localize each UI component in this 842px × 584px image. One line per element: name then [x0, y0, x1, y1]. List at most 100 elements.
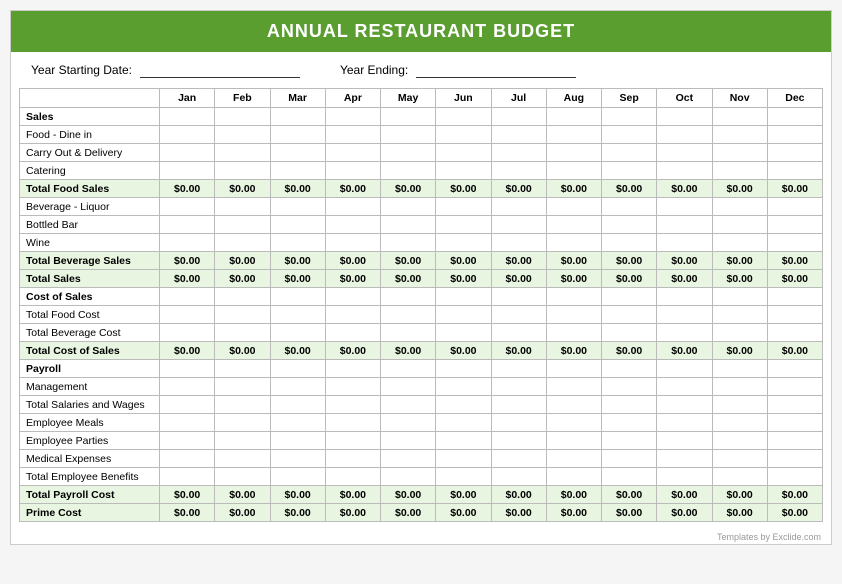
- cell-value[interactable]: [270, 432, 325, 450]
- cell-value[interactable]: [270, 324, 325, 342]
- cell-value[interactable]: [381, 288, 436, 306]
- cell-value[interactable]: [325, 396, 380, 414]
- cell-value[interactable]: [160, 432, 215, 450]
- cell-value[interactable]: [215, 360, 270, 378]
- cell-value[interactable]: [767, 378, 822, 396]
- cell-value[interactable]: [381, 108, 436, 126]
- cell-value[interactable]: [436, 216, 491, 234]
- cell-value[interactable]: [381, 414, 436, 432]
- cell-value[interactable]: [325, 324, 380, 342]
- cell-value[interactable]: [270, 414, 325, 432]
- cell-value[interactable]: [657, 306, 712, 324]
- cell-value[interactable]: [381, 144, 436, 162]
- cell-value[interactable]: [325, 378, 380, 396]
- cell-value[interactable]: [767, 144, 822, 162]
- cell-value[interactable]: [160, 198, 215, 216]
- cell-value[interactable]: [381, 234, 436, 252]
- cell-value[interactable]: [712, 306, 767, 324]
- cell-value[interactable]: [546, 306, 601, 324]
- cell-value[interactable]: [602, 414, 657, 432]
- cell-value[interactable]: [215, 234, 270, 252]
- cell-value[interactable]: [712, 360, 767, 378]
- cell-value[interactable]: [325, 126, 380, 144]
- cell-value[interactable]: [160, 396, 215, 414]
- cell-value[interactable]: [767, 396, 822, 414]
- cell-value[interactable]: [325, 288, 380, 306]
- cell-value[interactable]: [436, 162, 491, 180]
- cell-value[interactable]: [546, 234, 601, 252]
- cell-value[interactable]: [712, 198, 767, 216]
- cell-value[interactable]: [712, 414, 767, 432]
- cell-value[interactable]: [491, 414, 546, 432]
- cell-value[interactable]: [602, 360, 657, 378]
- cell-value[interactable]: [602, 144, 657, 162]
- cell-value[interactable]: [215, 288, 270, 306]
- cell-value[interactable]: [215, 306, 270, 324]
- cell-value[interactable]: [767, 414, 822, 432]
- cell-value[interactable]: [602, 324, 657, 342]
- cell-value[interactable]: [215, 108, 270, 126]
- cell-value[interactable]: [767, 432, 822, 450]
- cell-value[interactable]: [657, 198, 712, 216]
- cell-value[interactable]: [712, 288, 767, 306]
- cell-value[interactable]: [602, 468, 657, 486]
- cell-value[interactable]: [270, 360, 325, 378]
- cell-value[interactable]: [325, 198, 380, 216]
- cell-value[interactable]: [381, 216, 436, 234]
- cell-value[interactable]: [491, 432, 546, 450]
- cell-value[interactable]: [767, 360, 822, 378]
- cell-value[interactable]: [712, 216, 767, 234]
- cell-value[interactable]: [436, 198, 491, 216]
- cell-value[interactable]: [160, 234, 215, 252]
- cell-value[interactable]: [767, 234, 822, 252]
- cell-value[interactable]: [546, 144, 601, 162]
- cell-value[interactable]: [491, 126, 546, 144]
- cell-value[interactable]: [325, 450, 380, 468]
- cell-value[interactable]: [657, 414, 712, 432]
- cell-value[interactable]: [160, 468, 215, 486]
- cell-value[interactable]: [602, 396, 657, 414]
- cell-value[interactable]: [270, 288, 325, 306]
- cell-value[interactable]: [712, 144, 767, 162]
- cell-value[interactable]: [657, 432, 712, 450]
- cell-value[interactable]: [270, 378, 325, 396]
- cell-value[interactable]: [491, 324, 546, 342]
- cell-value[interactable]: [602, 450, 657, 468]
- cell-value[interactable]: [602, 378, 657, 396]
- cell-value[interactable]: [546, 450, 601, 468]
- cell-value[interactable]: [767, 288, 822, 306]
- cell-value[interactable]: [657, 162, 712, 180]
- cell-value[interactable]: [657, 468, 712, 486]
- cell-value[interactable]: [381, 162, 436, 180]
- cell-value[interactable]: [436, 378, 491, 396]
- cell-value[interactable]: [712, 378, 767, 396]
- cell-value[interactable]: [436, 396, 491, 414]
- cell-value[interactable]: [602, 162, 657, 180]
- cell-value[interactable]: [436, 288, 491, 306]
- cell-value[interactable]: [215, 216, 270, 234]
- cell-value[interactable]: [270, 450, 325, 468]
- cell-value[interactable]: [215, 324, 270, 342]
- cell-value[interactable]: [491, 396, 546, 414]
- cell-value[interactable]: [436, 360, 491, 378]
- cell-value[interactable]: [712, 396, 767, 414]
- cell-value[interactable]: [160, 216, 215, 234]
- end-date-input[interactable]: [416, 62, 576, 78]
- cell-value[interactable]: [215, 414, 270, 432]
- cell-value[interactable]: [270, 306, 325, 324]
- cell-value[interactable]: [436, 324, 491, 342]
- cell-value[interactable]: [270, 108, 325, 126]
- cell-value[interactable]: [270, 162, 325, 180]
- cell-value[interactable]: [491, 108, 546, 126]
- cell-value[interactable]: [546, 162, 601, 180]
- cell-value[interactable]: [602, 432, 657, 450]
- cell-value[interactable]: [381, 306, 436, 324]
- cell-value[interactable]: [657, 360, 712, 378]
- cell-value[interactable]: [546, 396, 601, 414]
- start-date-input[interactable]: [140, 62, 300, 78]
- cell-value[interactable]: [160, 378, 215, 396]
- cell-value[interactable]: [546, 288, 601, 306]
- cell-value[interactable]: [491, 216, 546, 234]
- cell-value[interactable]: [546, 216, 601, 234]
- cell-value[interactable]: [602, 108, 657, 126]
